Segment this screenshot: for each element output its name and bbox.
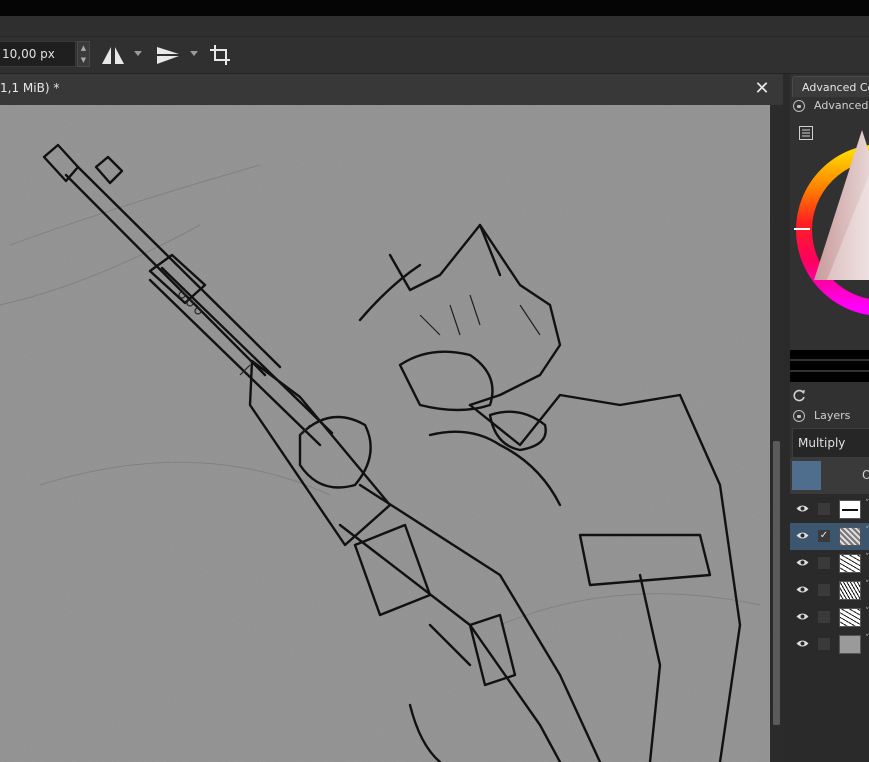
advanced-color-tab[interactable]: Advanced Co <box>792 76 869 97</box>
mirror-horizontal-dropdown[interactable] <box>134 51 142 56</box>
right-docker-panel: Advanced Co Advanced C <box>790 74 869 762</box>
layer-row[interactable]: ˅ <box>790 496 869 523</box>
dock-splitter[interactable] <box>783 74 790 762</box>
mirror-vertical-dropdown[interactable] <box>190 51 198 56</box>
document-tab-bar: 1,1 MiB) * ✕ <box>0 74 783 106</box>
title-bar <box>0 0 869 16</box>
layer-row[interactable]: ˅ <box>790 550 869 577</box>
layer-row[interactable]: ˅ <box>790 577 869 604</box>
layer-checkbox[interactable] <box>818 584 830 596</box>
spin-up-icon[interactable]: ▲ <box>78 42 89 54</box>
color-docker-title: Advanced C <box>814 99 869 112</box>
layer-thumbnail <box>839 581 861 600</box>
layer-checkbox[interactable]: ✓ <box>818 530 830 542</box>
layer-thumbnail <box>839 608 861 627</box>
layer-checkbox[interactable] <box>818 557 830 569</box>
layer-color-swatch[interactable] <box>792 461 821 490</box>
layer-expand-icon[interactable]: ˅ <box>865 634 869 644</box>
layers-docker-header: Layers <box>790 407 869 425</box>
layer-checkbox[interactable] <box>818 638 830 650</box>
visibility-eye-icon[interactable] <box>796 639 809 648</box>
color-docker-header: Advanced C <box>790 97 869 115</box>
layer-list: ˅ ✓ ˅ ˅ ˅ ˅ ˅ <box>790 494 869 762</box>
blend-mode-select[interactable]: Multiply <box>792 428 869 458</box>
layer-expand-icon[interactable]: ˅ <box>865 607 869 617</box>
close-icon[interactable]: ✕ <box>752 77 772 101</box>
visibility-eye-icon[interactable] <box>796 585 809 594</box>
drawing-canvas[interactable] <box>0 105 770 762</box>
crop-icon[interactable] <box>208 44 236 66</box>
visibility-eye-icon[interactable] <box>796 558 809 567</box>
canvas-vertical-scrollbar[interactable] <box>770 105 783 762</box>
layer-expand-icon[interactable]: ˅ <box>865 553 869 563</box>
visibility-eye-icon[interactable] <box>796 612 809 621</box>
layer-checkbox[interactable] <box>818 611 830 623</box>
color-history-bar[interactable] <box>790 350 869 359</box>
lock-icon[interactable] <box>793 410 805 422</box>
layer-row[interactable]: ˅ <box>790 631 869 658</box>
lock-icon[interactable] <box>793 100 805 112</box>
layer-expand-icon[interactable]: ˅ <box>865 526 869 536</box>
color-wheel-selector[interactable] <box>792 120 869 350</box>
layer-thumbnail <box>839 554 861 573</box>
visibility-eye-icon[interactable] <box>796 504 809 513</box>
brush-size-input[interactable]: 10,00 px <box>0 41 76 67</box>
layer-properties-row: O <box>790 458 869 494</box>
menu-strip <box>0 16 869 37</box>
mirror-horizontal-icon[interactable] <box>99 44 127 66</box>
scrollbar-thumb[interactable] <box>773 441 780 725</box>
layer-checkbox[interactable] <box>818 503 830 515</box>
spin-down-icon[interactable]: ▼ <box>78 54 89 66</box>
brush-size-spinner[interactable]: ▲ ▼ <box>77 41 90 67</box>
visibility-eye-icon[interactable] <box>796 531 809 540</box>
layer-thumbnail <box>839 635 861 654</box>
layer-row[interactable]: ✓ ˅ <box>790 523 869 550</box>
layer-thumbnail <box>839 500 861 519</box>
color-patches-bar[interactable] <box>790 361 869 370</box>
mirror-vertical-icon[interactable] <box>155 44 183 66</box>
layer-expand-icon[interactable]: ˅ <box>865 580 869 590</box>
sketch-artwork <box>0 105 770 762</box>
opacity-label: O <box>862 468 869 482</box>
tool-options-bar: 10,00 px ▲ ▼ <box>0 37 869 74</box>
document-tab-title[interactable]: 1,1 MiB) * <box>0 81 59 95</box>
layers-docker-title: Layers <box>814 409 851 422</box>
layer-expand-icon[interactable]: ˅ <box>865 499 869 509</box>
layer-thumbnail <box>839 527 861 546</box>
refresh-icon[interactable] <box>793 387 806 402</box>
common-colors-bar[interactable] <box>790 372 869 382</box>
layer-row[interactable]: ˅ <box>790 604 869 631</box>
